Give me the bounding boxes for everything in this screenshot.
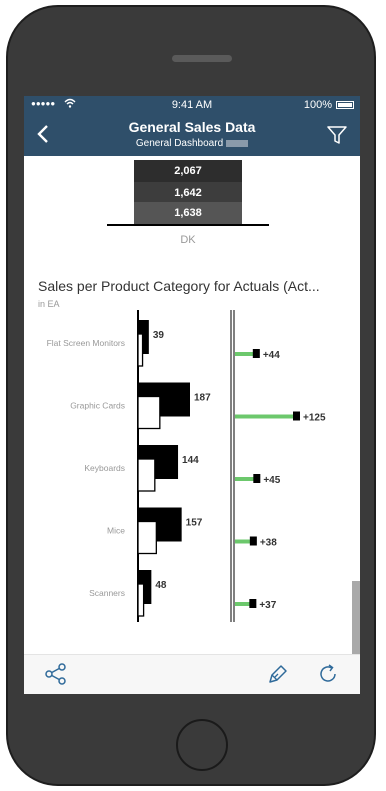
bar-value-label: 48 [155, 580, 167, 591]
delta-marker [253, 474, 261, 483]
delta-label: +38 [260, 538, 277, 549]
category-label: Keyboards [84, 463, 125, 473]
bar-previous [137, 333, 144, 367]
delta-marker [249, 599, 257, 608]
subtitle-redacted [226, 139, 249, 147]
chart-unit: in EA [38, 299, 60, 309]
page-title: General Sales Data [128, 119, 256, 135]
bottom-toolbar [24, 654, 360, 694]
top-chart-bar: 1,642 [134, 182, 242, 204]
bar-previous [137, 395, 161, 430]
pen-icon[interactable] [266, 662, 290, 686]
delta-label: +44 [263, 350, 280, 361]
delta-label: +45 [263, 475, 280, 486]
speaker [172, 55, 232, 62]
category-label: Mice [107, 526, 125, 536]
home-button[interactable] [176, 719, 228, 771]
delta-label: +37 [259, 600, 276, 611]
category-label: Scanners [89, 588, 125, 598]
category-label: Graphic Cards [70, 401, 125, 411]
bar-value-label: 157 [186, 518, 203, 529]
top-chart-bar: 1,638 [134, 202, 242, 224]
bar-value-label: 39 [153, 330, 165, 341]
bar-previous [137, 520, 157, 555]
bar-previous [137, 583, 145, 617]
category-chart[interactable]: Flat Screen Monitors 39 +44 Graphic Cards 18… [24, 310, 354, 630]
battery-percent: 100% [303, 99, 332, 111]
page-subtitle[interactable]: General Dashboard [24, 138, 360, 149]
bar-value-label: 187 [194, 393, 211, 404]
top-bar-value: 2,067 [174, 165, 202, 177]
bar-previous [137, 458, 156, 492]
refresh-icon[interactable] [316, 662, 340, 686]
top-chart-bar: 2,067 [134, 160, 242, 182]
delta-marker [293, 411, 300, 421]
delta-bar [235, 414, 297, 419]
top-chart-axis [107, 224, 269, 226]
status-bar: ●●●●● 9:41 AM 100% [24, 96, 360, 114]
content-area[interactable]: 2,067 1,642 1,638 DK Sales per Product C… [24, 156, 360, 694]
chart-title: Sales per Product Category for Actuals (… [38, 278, 320, 294]
top-bar-value: 1,642 [174, 187, 202, 199]
nav-bar: General Sales Data General Dashboard [24, 114, 360, 156]
top-chart-category: DK [180, 234, 196, 246]
delta-label: +125 [303, 413, 326, 424]
delta-marker [252, 349, 260, 358]
top-bar-value: 1,638 [174, 207, 202, 219]
battery-icon [336, 101, 354, 109]
delta-marker [249, 536, 257, 546]
share-icon[interactable] [44, 662, 68, 686]
filter-icon[interactable] [326, 124, 348, 146]
app-screen: ●●●●● 9:41 AM 100% General Sales Data Ge… [24, 96, 360, 694]
bar-value-label: 144 [182, 455, 199, 466]
subtitle-text: General Dashboard [135, 138, 224, 149]
category-label: Flat Screen Monitors [47, 338, 125, 348]
